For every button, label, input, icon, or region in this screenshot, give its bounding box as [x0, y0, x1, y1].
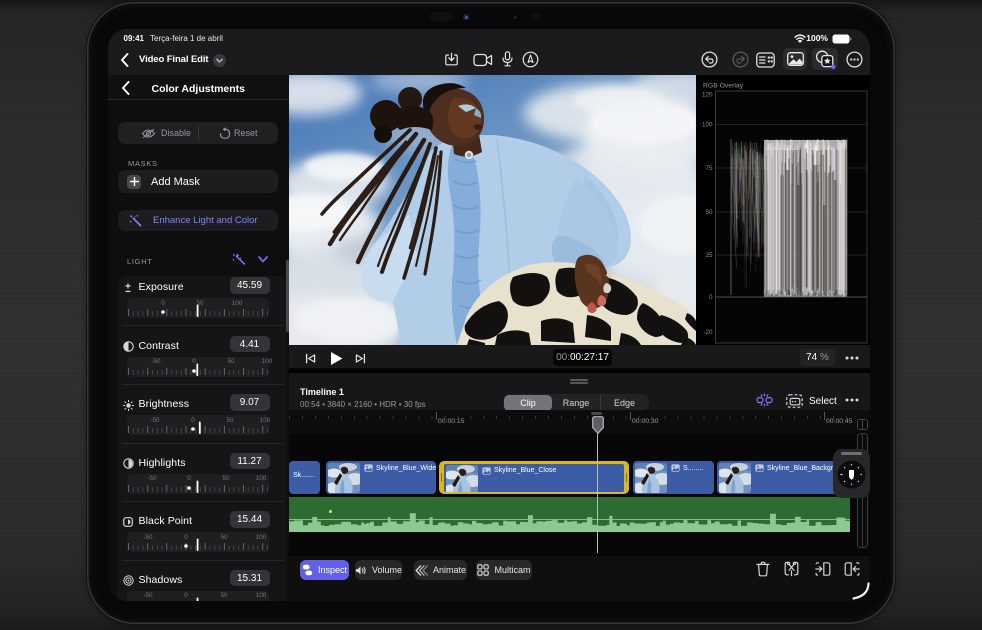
- svg-text:0: 0: [709, 294, 713, 301]
- svg-text:25: 25: [705, 252, 713, 259]
- svg-text:-20: -20: [703, 329, 713, 336]
- svg-text:50: 50: [705, 209, 713, 216]
- svg-text:RGB Overlay: RGB Overlay: [703, 83, 744, 90]
- svg-text:100: 100: [702, 122, 713, 129]
- svg-text:75: 75: [705, 165, 713, 172]
- svg-text:120: 120: [702, 92, 713, 99]
